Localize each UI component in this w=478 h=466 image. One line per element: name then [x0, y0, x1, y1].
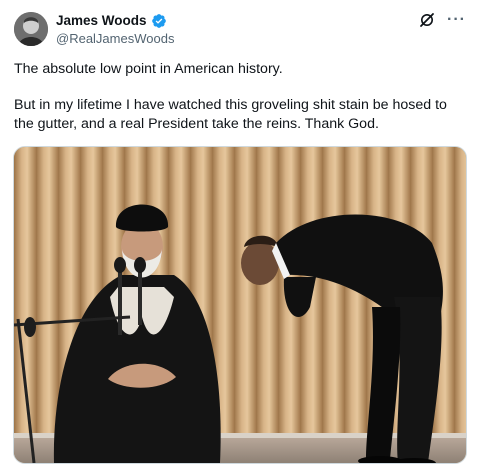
tweet-card[interactable]: James Woods @RealJamesWoods ··· The abso…: [0, 0, 478, 466]
display-name[interactable]: James Woods: [56, 13, 147, 29]
top-actions: ···: [419, 12, 466, 28]
photo-illustration: [14, 147, 466, 463]
avatar[interactable]: [14, 12, 48, 46]
grok-slash-icon[interactable]: [419, 12, 435, 28]
tweet-photo[interactable]: [13, 146, 467, 464]
tweet-text: The absolute low point in American histo…: [14, 60, 468, 134]
name-row: James Woods: [56, 13, 174, 29]
handle[interactable]: @RealJamesWoods: [56, 30, 174, 47]
tweet-paragraph-1: The absolute low point in American histo…: [14, 61, 283, 77]
author-block: James Woods @RealJamesWoods: [56, 13, 174, 47]
more-icon[interactable]: ···: [447, 12, 466, 28]
tweet-paragraph-2: But in my lifetime I have watched this g…: [14, 97, 447, 132]
verified-badge-icon: [151, 13, 167, 29]
